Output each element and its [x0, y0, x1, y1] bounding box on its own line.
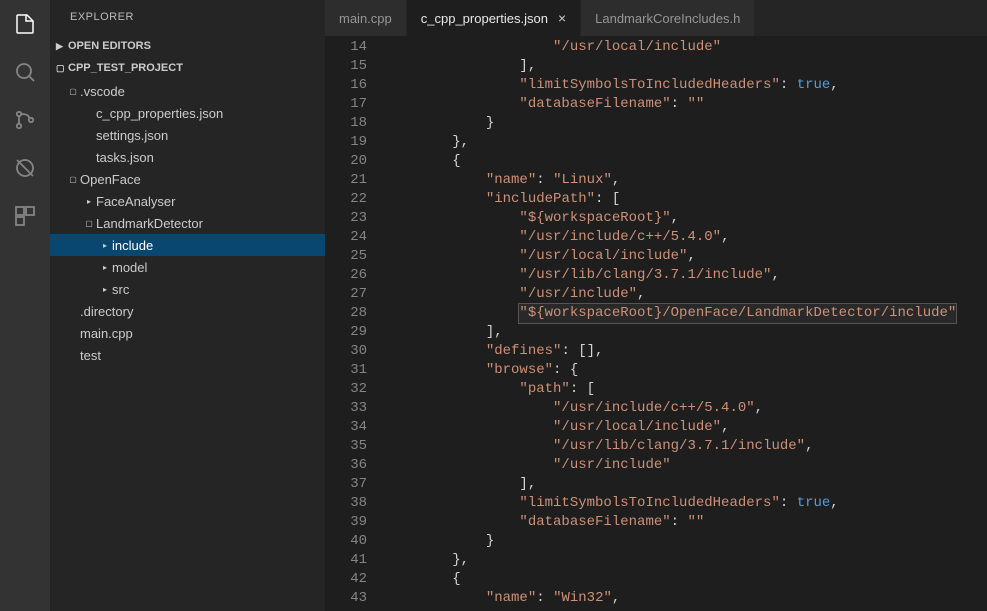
git-icon[interactable] — [11, 106, 39, 134]
chevron-down-icon: ▢ — [84, 219, 94, 228]
chevron-right-icon: ▸ — [100, 263, 110, 272]
line-number-gutter: 1415161718192021222324252627282930313233… — [325, 36, 385, 611]
folder-openface[interactable]: ▢OpenFace — [50, 168, 325, 190]
file-tasks-json[interactable]: tasks.json — [50, 146, 325, 168]
code-editor[interactable]: 1415161718192021222324252627282930313233… — [325, 36, 987, 611]
file-c-cpp-properties[interactable]: c_cpp_properties.json — [50, 102, 325, 124]
section-project[interactable]: ▢CPP_TEST_PROJECT — [50, 57, 325, 79]
chevron-down-icon: ▢ — [68, 87, 78, 96]
folder-include[interactable]: ▸include — [50, 234, 325, 256]
activity-bar — [0, 0, 50, 611]
file-settings-json[interactable]: settings.json — [50, 124, 325, 146]
file-main-cpp[interactable]: main.cpp — [50, 322, 325, 344]
tab-landmarkcoreincludes[interactable]: LandmarkCoreIncludes.h — [581, 0, 755, 36]
sidebar: EXPLORER ▶OPEN EDITORS ▢CPP_TEST_PROJECT… — [50, 0, 325, 611]
chevron-right-icon: ▸ — [100, 285, 110, 294]
file-tree: ▢.vscode c_cpp_properties.json settings.… — [50, 79, 325, 366]
folder-landmarkdetector[interactable]: ▢LandmarkDetector — [50, 212, 325, 234]
chevron-down-icon: ▢ — [56, 63, 68, 74]
file-test[interactable]: test — [50, 344, 325, 366]
search-icon[interactable] — [11, 58, 39, 86]
tab-main-cpp[interactable]: main.cpp — [325, 0, 407, 36]
folder-model[interactable]: ▸model — [50, 256, 325, 278]
explorer-icon[interactable] — [11, 10, 39, 38]
chevron-down-icon: ▢ — [68, 175, 78, 184]
sidebar-title: EXPLORER — [50, 0, 325, 35]
chevron-right-icon: ▶ — [56, 41, 68, 52]
chevron-right-icon: ▸ — [100, 241, 110, 250]
file-directory[interactable]: .directory — [50, 300, 325, 322]
extensions-icon[interactable] — [11, 202, 39, 230]
chevron-right-icon: ▸ — [84, 197, 94, 206]
code-lines[interactable]: "/usr/local/include" ], "limitSymbolsToI… — [385, 36, 987, 611]
tab-c-cpp-properties[interactable]: c_cpp_properties.json× — [407, 0, 581, 36]
section-open-editors[interactable]: ▶OPEN EDITORS — [50, 35, 325, 57]
folder-vscode[interactable]: ▢.vscode — [50, 80, 325, 102]
folder-faceanalyser[interactable]: ▸FaceAnalyser — [50, 190, 325, 212]
editor-area: main.cpp c_cpp_properties.json× Landmark… — [325, 0, 987, 611]
folder-src[interactable]: ▸src — [50, 278, 325, 300]
debug-icon[interactable] — [11, 154, 39, 182]
tab-bar: main.cpp c_cpp_properties.json× Landmark… — [325, 0, 987, 36]
close-icon[interactable]: × — [558, 10, 566, 26]
